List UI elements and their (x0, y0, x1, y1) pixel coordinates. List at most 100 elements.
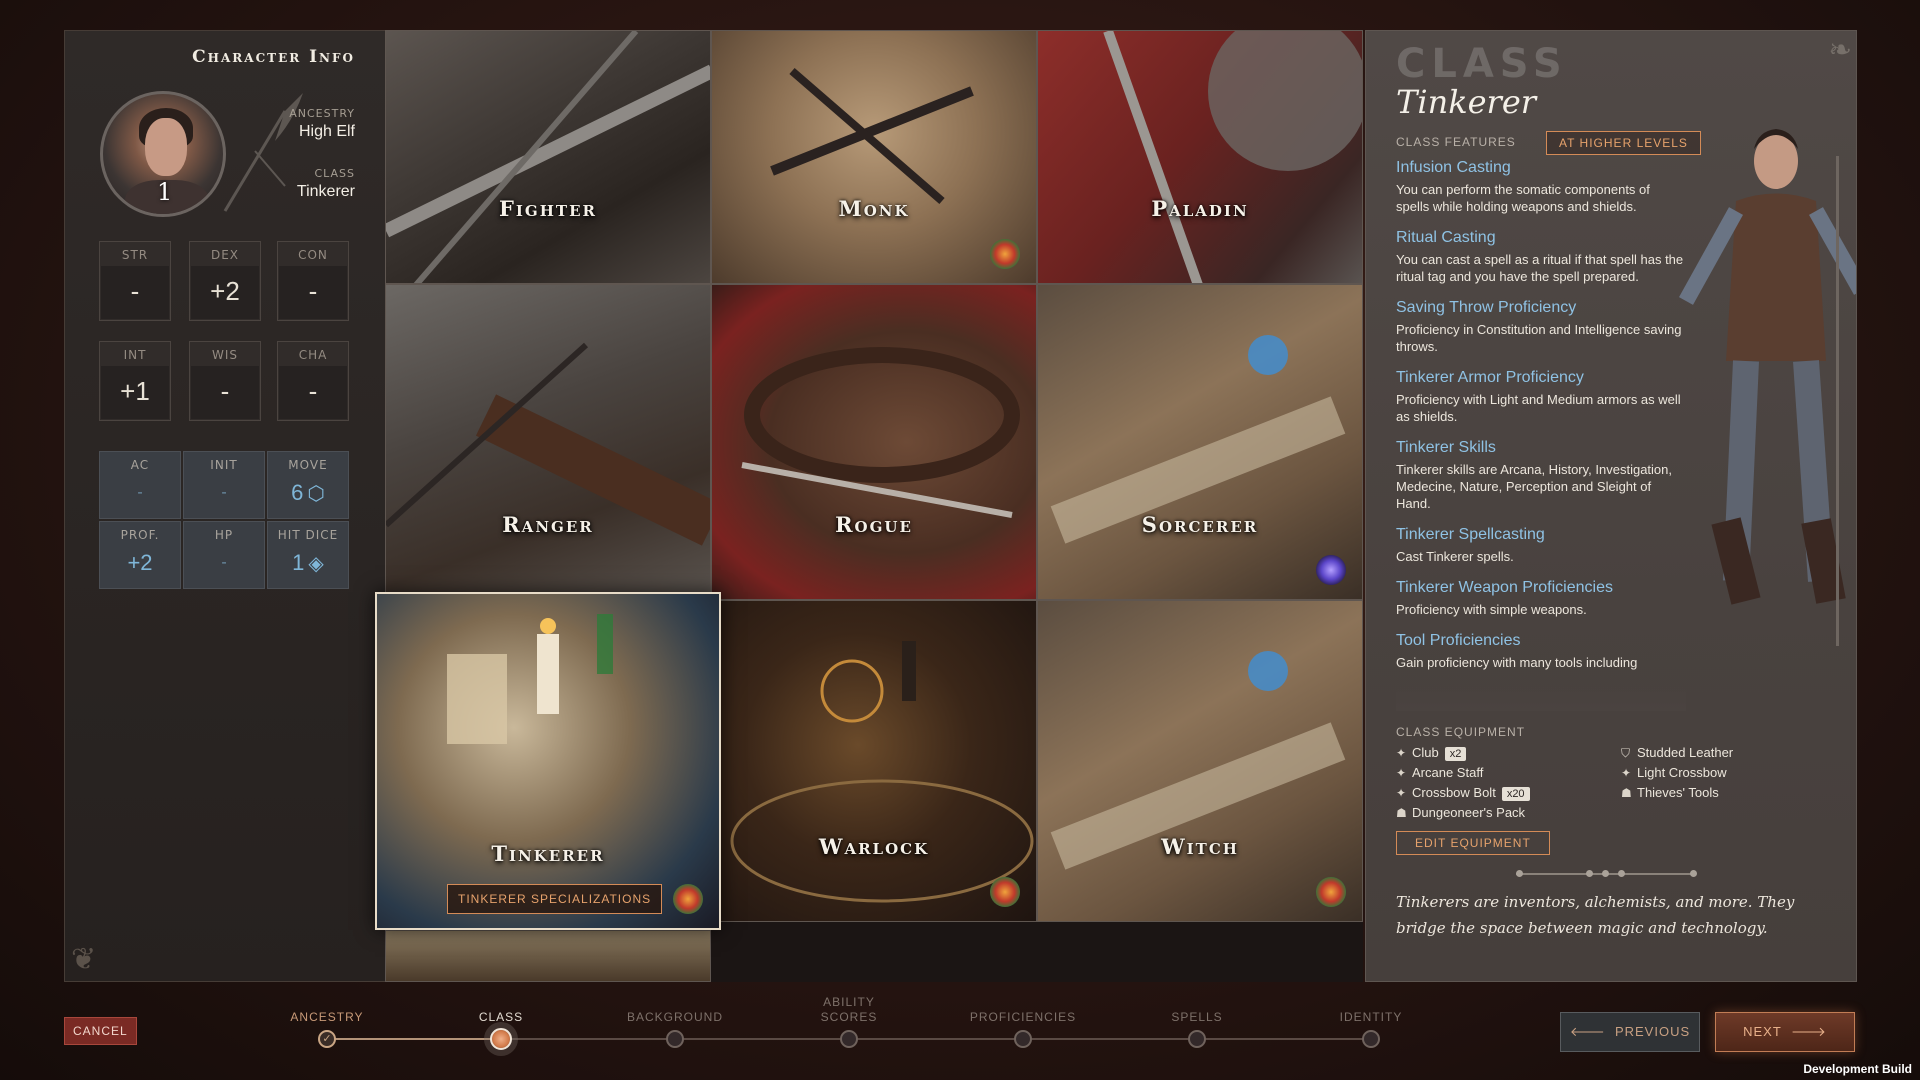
development-build-label: Development Build (1803, 1062, 1912, 1076)
expansion-badge-icon (990, 239, 1020, 269)
step-background[interactable]: BACKGROUND (605, 1010, 745, 1048)
cancel-button[interactable]: CANCEL (64, 1017, 137, 1045)
feature-item: Tinkerer Skills Tinkerer skills are Arca… (1396, 439, 1672, 511)
weapon-icon: ✦ (1621, 766, 1632, 780)
class-detail-panel: ❧ CLASS Tinkerer CLASS FEATURES AT HIGHE… (1365, 30, 1857, 982)
ancestry-label: ANCESTRY (289, 107, 355, 120)
feature-item: Tinkerer Armor Proficiency Proficiency w… (1396, 369, 1681, 424)
feature-item: Tool Proficiencies Gain proficiency with… (1396, 632, 1638, 670)
stat-hit-dice: HIT DICE 1 ◈ (267, 521, 349, 589)
panel-title: Character Info (192, 47, 355, 67)
active-step-icon (490, 1028, 512, 1050)
step-dot-icon (1014, 1030, 1032, 1048)
feature-item: Saving Throw Proficiency Proficiency in … (1396, 299, 1682, 354)
step-dot-icon (666, 1030, 684, 1048)
sword-icon (386, 31, 710, 283)
class-name: Warlock (818, 834, 930, 859)
quantity-badge: x20 (1501, 787, 1530, 801)
potion-icon (1050, 335, 1346, 544)
character-portrait[interactable]: 1 (100, 91, 226, 217)
feature-item: Tinkerer Weapon Proficiencies Proficienc… (1396, 579, 1613, 617)
stat-proficiency: PROF. +2 (99, 521, 181, 589)
equipment-item: ✦ Crossbow Bolt x20 (1396, 785, 1530, 801)
class-tile-monk[interactable]: Monk (711, 30, 1037, 284)
class-tile-sorcerer[interactable]: Sorcerer (1037, 284, 1363, 600)
arrow-left-icon: 🡐 (1569, 1024, 1615, 1039)
weapon-icon: ✦ (1396, 746, 1407, 760)
expansion-badge-icon (1316, 877, 1346, 907)
step-class[interactable]: CLASS (431, 1010, 571, 1050)
next-button[interactable]: NEXT 🡒 (1715, 1012, 1855, 1052)
previous-button[interactable]: 🡐 PREVIOUS (1560, 1012, 1700, 1052)
class-tile-rogue[interactable]: Rogue (711, 284, 1037, 600)
expansion-badge-icon (673, 884, 703, 914)
class-tile-ranger[interactable]: Ranger (385, 284, 711, 600)
class-tile-paladin[interactable]: Paladin (1037, 30, 1363, 284)
portrait-face (145, 118, 187, 176)
equipment-item: ✦ Light Crossbow (1621, 765, 1727, 780)
at-higher-levels-button[interactable]: AT HIGHER LEVELS (1546, 131, 1701, 155)
hit-dice-value: 1 (292, 550, 305, 575)
feature-item: Ritual Casting You can cast a spell as a… (1396, 229, 1684, 284)
d8-icon: ◈ (308, 553, 324, 575)
pack-icon: ☗ (1621, 786, 1632, 800)
feature-item: Tinkerer Spellcasting Cast Tinkerer spel… (1396, 526, 1545, 564)
step-proficiencies[interactable]: PROFICIENCIES (953, 1010, 1093, 1048)
stat-hp: HP - (183, 521, 265, 589)
cube-icon: ⬡ (307, 483, 325, 505)
weapon-icon: ✦ (1396, 766, 1407, 780)
ability-dex: DEX +2 (189, 241, 261, 321)
class-name: Tinkerer (491, 841, 605, 866)
class-name: Sorcerer (1141, 512, 1259, 537)
class-grid: Fighter Monk Paladin Ranger Rogue Sorcer… (375, 30, 1363, 982)
class-features-list[interactable]: Infusion Casting You can perform the som… (1396, 159, 1686, 711)
class-value: Tinkerer (296, 183, 355, 200)
stat-move: MOVE 6 ⬡ (267, 451, 349, 519)
armor-icon: ⛉ (1621, 746, 1631, 760)
check-icon: ✓ (318, 1030, 336, 1048)
class-description: Tinkerers are inventors, alchemists, and… (1396, 893, 1795, 937)
class-name: Rogue (835, 512, 913, 537)
step-spells[interactable]: SPELLS (1127, 1010, 1267, 1048)
equipment-item: ✦ Arcane Staff (1396, 765, 1484, 780)
class-tile-partial[interactable] (385, 930, 711, 982)
pack-icon: ☗ (1396, 806, 1407, 820)
class-name: Witch (1161, 834, 1239, 859)
class-name: Ranger (502, 512, 594, 537)
class-label: CLASS (314, 167, 355, 180)
arcane-badge-icon (1316, 555, 1346, 585)
sai-icon (770, 67, 974, 205)
class-tile-tinkerer[interactable]: Tinkerer TINKERER SPECIALIZATIONS (375, 592, 721, 930)
step-dot-icon (1188, 1030, 1206, 1048)
weapon-icon: ✦ (1396, 786, 1407, 800)
move-value: 6 (291, 480, 304, 505)
ability-str: STR - (99, 241, 171, 321)
character-model (1679, 129, 1856, 605)
tinkerer-specializations-button[interactable]: TINKERER SPECIALIZATIONS (447, 884, 663, 914)
step-identity[interactable]: IDENTITY (1301, 1010, 1441, 1048)
equipment-item: ☗ Dungeoneer's Pack (1396, 805, 1526, 820)
edit-equipment-button[interactable]: EDIT EQUIPMENT (1396, 831, 1550, 855)
pentagram-icon (730, 641, 1034, 903)
quantity-badge: x2 (1444, 747, 1467, 761)
features-scrollbar[interactable] (1836, 156, 1839, 646)
detail-header: CLASS (1396, 41, 1568, 87)
class-features-label: CLASS FEATURES (1396, 135, 1516, 149)
corner-ornament-icon: ❧ (1828, 33, 1852, 66)
step-ability-scores[interactable]: ABILITY SCORES (779, 995, 919, 1048)
ability-cha: CHA - (277, 341, 349, 421)
class-tile-fighter[interactable]: Fighter (385, 30, 711, 284)
arrow-right-icon: 🡒 (1781, 1024, 1827, 1039)
equipment-item: ⛉ Studded Leather (1621, 745, 1734, 760)
ancestry-value: High Elf (298, 123, 355, 140)
detail-class-name: Tinkerer (1396, 83, 1537, 121)
class-tile-warlock[interactable]: Warlock (711, 600, 1037, 922)
step-dot-icon (1362, 1030, 1380, 1048)
character-level: 1 (157, 178, 173, 206)
ability-con: CON - (277, 241, 349, 321)
class-tile-witch[interactable]: Witch (1037, 600, 1363, 922)
stat-init: INIT - (183, 451, 265, 519)
equipment-item: ✦ Club x2 (1396, 745, 1467, 761)
step-ancestry[interactable]: ANCESTRY ✓ (257, 1010, 397, 1048)
stat-ac: AC - (99, 451, 181, 519)
